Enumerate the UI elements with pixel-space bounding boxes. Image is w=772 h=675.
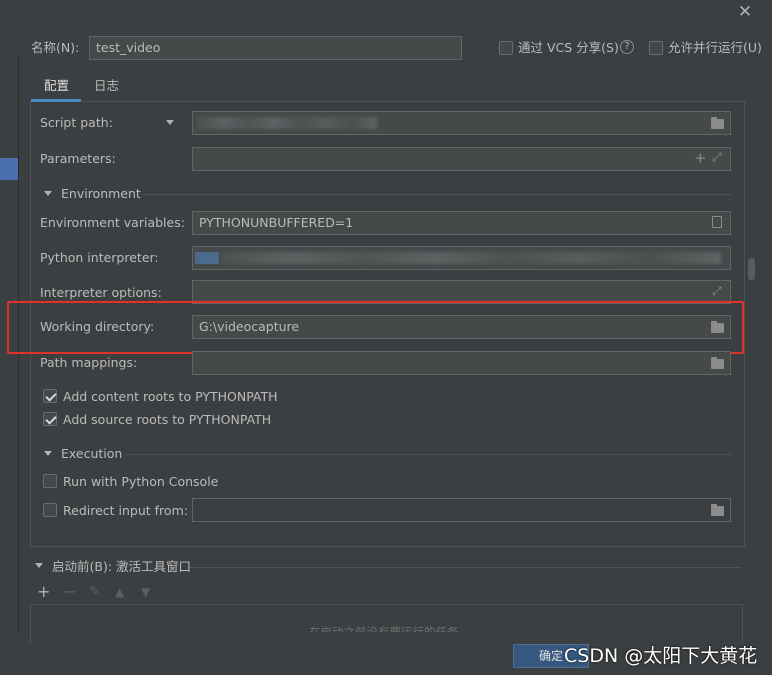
vcs-share-checkbox[interactable]	[499, 41, 513, 55]
up-icon[interactable]: ▲	[115, 584, 124, 600]
name-label: 名称(N):	[31, 40, 80, 55]
env-vars-label: Environment variables:	[40, 215, 185, 230]
plus-icon[interactable]: +	[694, 149, 707, 167]
redirect-input-checkbox[interactable]	[43, 503, 57, 517]
parallel-run-label: 允许并行运行(U)	[668, 40, 762, 55]
working-dir-label: Working directory:	[40, 319, 155, 334]
expand-icon[interactable]: ⤢	[712, 284, 722, 299]
help-icon[interactable]: ?	[620, 40, 634, 54]
minus-icon[interactable]: −	[63, 584, 76, 600]
interpreter-options-label: Interpreter options:	[40, 285, 162, 300]
configuration-tree-selection[interactable]	[0, 158, 18, 180]
parameters-input[interactable]	[192, 147, 731, 171]
tab-logs[interactable]: 日志	[94, 78, 119, 94]
redirect-input-label: Redirect input from:	[63, 503, 188, 518]
add-content-roots-label: Add content roots to PYTHONPATH	[63, 389, 278, 404]
add-source-roots-label: Add source roots to PYTHONPATH	[63, 412, 272, 427]
expand-icon[interactable]: ⤢	[712, 150, 722, 165]
working-dir-input[interactable]: G:\videocapture	[192, 315, 731, 339]
chevron-down-icon[interactable]	[166, 120, 174, 125]
interpreter-label: Python interpreter:	[40, 250, 159, 265]
watermark: CSDN @太阳下大黄花	[564, 645, 758, 667]
before-launch-task-list[interactable]: 在启动之前没有要运行的任务	[30, 604, 743, 644]
environment-section-title: Environment	[61, 186, 141, 201]
tab-configuration[interactable]: 配置	[44, 78, 69, 94]
run-console-checkbox[interactable]	[43, 474, 57, 488]
chevron-down-icon[interactable]	[44, 191, 52, 196]
edit-list-icon[interactable]	[712, 216, 722, 228]
folder-icon[interactable]	[711, 504, 724, 516]
folder-icon[interactable]	[711, 321, 724, 333]
env-vars-input[interactable]: PYTHONUNBUFFERED=1	[192, 211, 731, 235]
redacted-value	[221, 252, 721, 264]
before-launch-title: 启动前(B): 激活工具窗口	[52, 559, 192, 574]
vcs-share-label: 通过 VCS 分享(S)	[518, 40, 619, 55]
add-source-roots-checkbox[interactable]	[43, 412, 57, 426]
parallel-run-checkbox[interactable]	[649, 41, 663, 55]
execution-section-title: Execution	[61, 446, 123, 461]
name-input[interactable]: test_video	[89, 36, 462, 60]
section-divider	[125, 454, 731, 455]
redirect-input-field[interactable]	[192, 498, 731, 522]
scrollbar[interactable]	[746, 102, 756, 562]
folder-icon[interactable]	[711, 357, 724, 369]
script-path-label: Script path:	[40, 115, 113, 130]
section-divider	[141, 194, 731, 195]
redacted-value	[197, 117, 377, 129]
edit-icon[interactable]: ✎	[89, 584, 100, 600]
add-content-roots-checkbox[interactable]	[43, 389, 57, 403]
path-mappings-label: Path mappings:	[40, 355, 138, 370]
chevron-down-icon[interactable]	[35, 563, 43, 568]
down-icon[interactable]: ▼	[141, 584, 150, 600]
section-divider	[190, 567, 741, 568]
path-mappings-input[interactable]	[192, 351, 731, 375]
scrollbar-thumb[interactable]	[748, 258, 755, 280]
script-path-input[interactable]	[192, 111, 731, 135]
interpreter-select[interactable]	[192, 246, 731, 270]
plus-icon[interactable]: +	[37, 584, 50, 600]
run-console-label: Run with Python Console	[63, 474, 219, 489]
close-icon[interactable]: ✕	[734, 2, 756, 22]
python-icon	[195, 252, 219, 264]
run-configuration-dialog: ✕ 名称(N): test_video 通过 VCS 分享(S) ? 允许并行运…	[0, 0, 772, 675]
parameters-label: Parameters:	[40, 151, 116, 166]
empty-state-text: 在启动之前没有要运行的任务	[309, 625, 459, 632]
chevron-down-icon[interactable]	[44, 451, 52, 456]
folder-icon[interactable]	[711, 117, 724, 129]
